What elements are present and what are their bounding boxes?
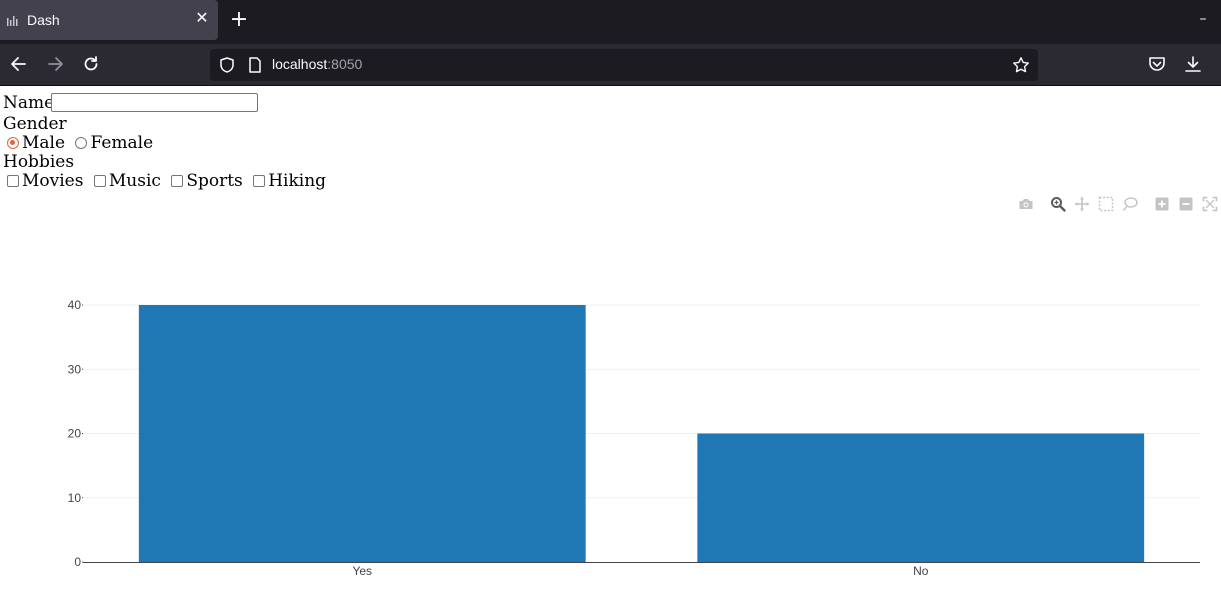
minimize-window-icon[interactable]: – (1196, 12, 1210, 26)
bookmark-star-icon[interactable] (1012, 56, 1030, 74)
page-info-icon[interactable] (246, 56, 264, 74)
bar-chart[interactable]: 0 10 20 30 40 Yes No (0, 86, 1221, 603)
y-tick-label: 30 (68, 362, 82, 376)
y-tick-label: 10 (68, 491, 82, 505)
pocket-icon[interactable] (1147, 54, 1167, 74)
tab-title: Dash (27, 12, 60, 28)
url-host: localhost (272, 56, 328, 72)
url-bar[interactable]: localhost:8050 (210, 49, 1038, 81)
back-arrow-icon[interactable] (9, 54, 29, 74)
forward-arrow-icon[interactable] (45, 54, 65, 74)
url-text[interactable]: localhost:8050 (272, 56, 362, 72)
download-icon[interactable] (1183, 54, 1203, 74)
tab-bar: Dash ✕ + – (0, 0, 1221, 44)
close-tab-icon[interactable]: ✕ (194, 10, 210, 26)
y-tick-label: 40 (68, 298, 82, 312)
x-tick-label: Yes (352, 564, 372, 578)
new-tab-icon[interactable]: + (229, 9, 249, 31)
y-tick-label: 20 (68, 427, 82, 441)
page-content: Name Gender Male Female Hobbies Movies M… (0, 86, 1221, 603)
bar-yes[interactable] (138, 305, 586, 562)
navigation-bar: localhost:8050 (0, 44, 1221, 86)
dash-favicon-icon (7, 16, 18, 26)
tracking-shield-icon[interactable] (218, 56, 236, 74)
x-tick-label: No (913, 564, 929, 578)
url-port: :8050 (327, 56, 363, 72)
browser-tab[interactable]: Dash ✕ (0, 0, 218, 40)
y-tick-label: 0 (74, 555, 81, 569)
bar-no[interactable] (697, 433, 1145, 563)
reload-icon[interactable] (81, 54, 101, 74)
